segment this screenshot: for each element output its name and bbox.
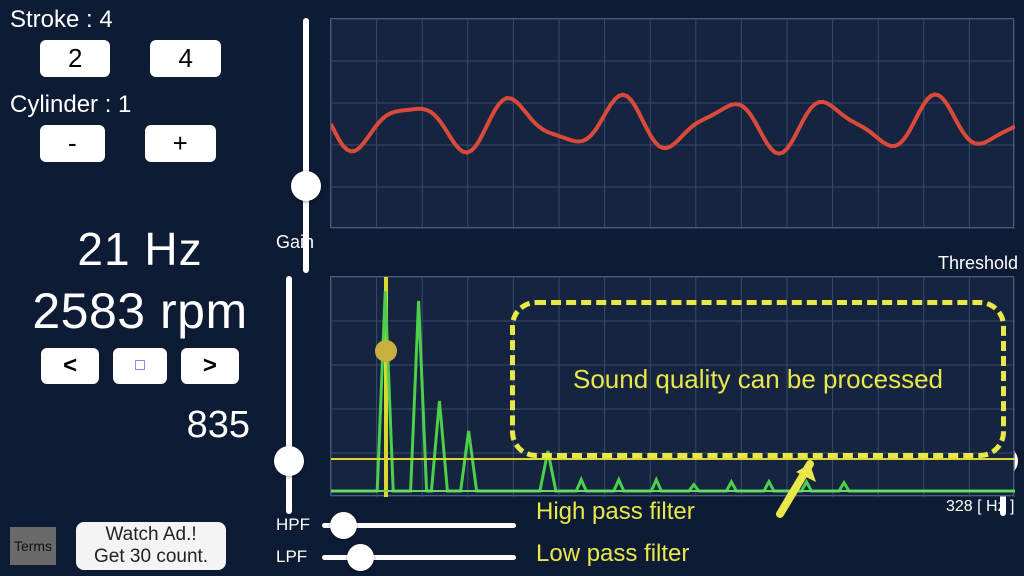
gain2-slider[interactable] bbox=[286, 276, 330, 514]
hpf-cursor-handle[interactable] bbox=[375, 340, 397, 362]
stroke-2-button[interactable]: 2 bbox=[40, 40, 110, 77]
gain-label: Gain bbox=[276, 232, 314, 253]
stop-button[interactable]: □ bbox=[113, 348, 167, 384]
count-readout: 835 bbox=[10, 404, 270, 447]
next-button[interactable]: > bbox=[181, 348, 239, 384]
rpm-readout: 2583 rpm bbox=[10, 282, 270, 340]
watch-ad-button[interactable]: Watch Ad.! Get 30 count. bbox=[76, 522, 226, 570]
prev-button[interactable]: < bbox=[41, 348, 99, 384]
cylinder-minus-button[interactable]: - bbox=[40, 125, 105, 162]
hpf-label: HPF bbox=[276, 515, 322, 535]
spectrum-plot[interactable] bbox=[330, 276, 1014, 496]
terms-button[interactable]: Terms bbox=[10, 527, 56, 565]
stroke-label: Stroke : 4 bbox=[10, 6, 270, 34]
lpf-slider[interactable]: LPF bbox=[276, 544, 516, 570]
cylinder-plus-button[interactable]: + bbox=[145, 125, 216, 162]
ad-line1: Watch Ad.! bbox=[94, 524, 208, 546]
frequency-readout: 21 Hz bbox=[10, 222, 270, 276]
threshold-label: Threshold bbox=[938, 253, 1018, 274]
hpf-slider[interactable]: HPF bbox=[276, 512, 516, 538]
annotation-hpf: High pass filter bbox=[536, 498, 695, 526]
lpf-label: LPF bbox=[276, 547, 322, 567]
x-axis-max-label: 328 [ Hz ] bbox=[946, 498, 1014, 516]
cylinder-label: Cylinder : 1 bbox=[10, 91, 270, 119]
waveform-plot bbox=[330, 18, 1014, 228]
annotation-lpf: Low pass filter bbox=[536, 540, 689, 568]
ad-line2: Get 30 count. bbox=[94, 546, 208, 568]
stroke-4-button[interactable]: 4 bbox=[150, 40, 220, 77]
